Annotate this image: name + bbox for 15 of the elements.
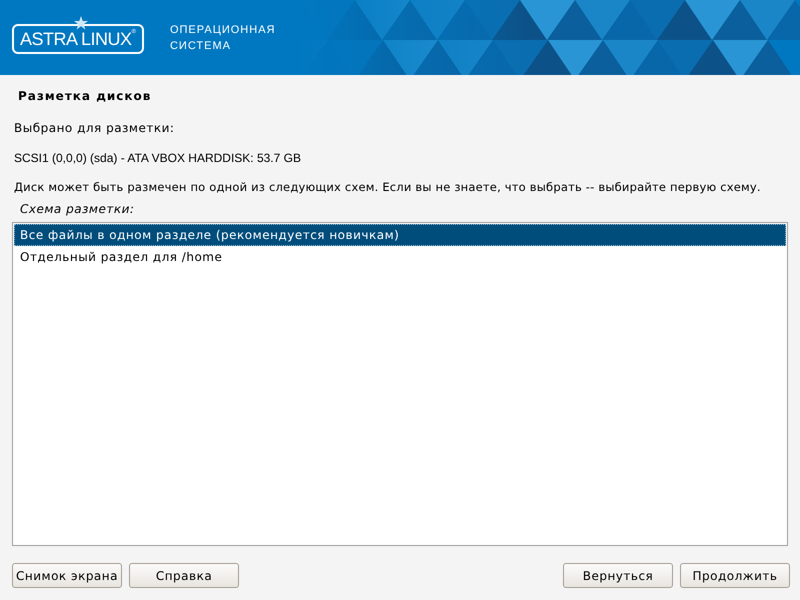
label-text: Выбрано для разметки: — [14, 120, 176, 137]
dialog-button[interactable]: Справка — [129, 563, 239, 588]
list-item[interactable]: Все файлы в одном разделе (рекомендуется новичкам) — [14, 224, 786, 246]
dialog-button[interactable]: Снимок экрана — [12, 563, 122, 588]
subtitle-text: ОПЕРАЦИОННАЯ — [170, 22, 276, 38]
page-title: Разметка дисков — [18, 88, 152, 105]
dialog-button[interactable]: Вернуться — [563, 563, 673, 588]
disk-text: SCSI1 (0,0,0) (sda) - ATA VBOX HARDDISK: 53.7 GB — [14, 150, 302, 167]
list-label: Схема разметки: — [20, 201, 136, 218]
list-item[interactable]: Отдельный раздел для /home — [14, 246, 786, 268]
dialog-button[interactable]: Продолжить — [680, 563, 790, 588]
logo-text: ASTRA LINUX — [20, 28, 132, 50]
description-text: Диск может быть размечен по одной из следующих схем. Если вы не знаете, что выбрать -- выбирайте первую схему. — [14, 179, 762, 196]
star-icon — [74, 16, 88, 30]
subtitle-text: СИСТЕМА — [170, 38, 232, 54]
